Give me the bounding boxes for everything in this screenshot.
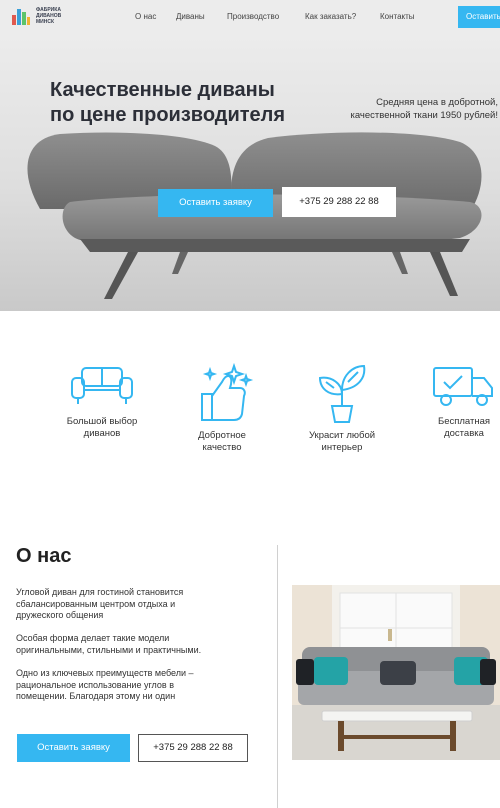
logo-text: ФАБРИКА ДИВАНОВ МИНСК <box>36 7 62 25</box>
sofa-icon <box>71 367 133 404</box>
hero-sofa-image <box>27 132 482 299</box>
about-paragraph: Особая форма делает такие модели оригина… <box>16 633 202 655</box>
about-request-button[interactable]: Оставить заявку <box>17 734 130 762</box>
about-paragraph: Одно из ключевых преимуществ мебели – ра… <box>16 668 194 701</box>
hero-section: Качественные диваны по цене производител… <box>0 34 500 311</box>
delivery-truck-icon <box>433 367 493 406</box>
feature-label: Бесплатная доставка <box>437 416 491 439</box>
feature-label: Добротное качество <box>198 430 246 453</box>
about-title: О нас <box>16 545 72 567</box>
feature-quality: Добротное качество <box>172 360 272 454</box>
nav-link-how-to-order[interactable]: Как заказать? <box>305 12 356 21</box>
living-room-image <box>292 585 500 760</box>
feature-delivery: Бесплатная доставка <box>414 360 500 440</box>
nav-link-about[interactable]: О нас <box>135 12 156 21</box>
feature-interior: Украсит любой интерьер <box>292 360 392 454</box>
site-header: ФАБРИКА ДИВАНОВ МИНСК О нас Диваны Произ… <box>0 0 500 34</box>
nav-link-contacts[interactable]: Контакты <box>380 12 415 21</box>
feature-sofa: Большой выбор диванов <box>52 360 152 440</box>
hero-title: Качественные диваны по цене производител… <box>50 79 286 126</box>
logo-icon[interactable] <box>10 5 32 27</box>
nav-link-production[interactable]: Производство <box>227 12 279 21</box>
plant-icon <box>318 364 366 423</box>
about-phone-button[interactable]: +375 29 288 22 88 <box>138 734 248 762</box>
section-divider <box>277 545 278 808</box>
feature-label: Большой выбор диванов <box>66 416 138 439</box>
about-paragraph: Угловой диван для гостиной становится сб… <box>16 587 184 620</box>
header-request-button[interactable]: Оставить заявку <box>458 6 500 28</box>
hero-request-button[interactable]: Оставить заявку <box>158 189 273 217</box>
hero-phone-button[interactable]: +375 29 288 22 88 <box>282 187 396 217</box>
thumbs-up-icon <box>201 362 254 421</box>
nav-link-sofas[interactable]: Диваны <box>176 12 205 21</box>
hero-subtitle: Средняя цена в добротной, качественной т… <box>350 97 498 121</box>
feature-label: Украсит любой интерьер <box>308 430 376 453</box>
